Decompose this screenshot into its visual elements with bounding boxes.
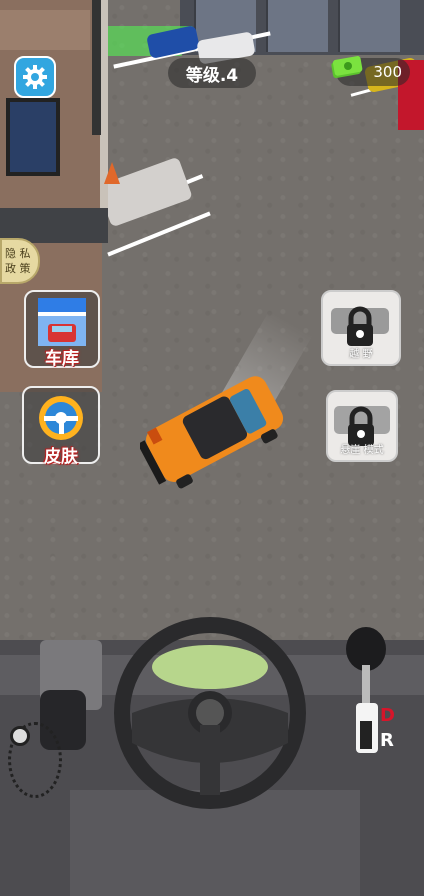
skin-label: 皮肤 — [44, 447, 78, 467]
privacy-line2: 政 策 — [5, 262, 31, 275]
offroad-label: 越 野 — [349, 349, 373, 360]
storefront-icon — [38, 298, 86, 346]
cliff-mode-button[interactable]: 悬崖 模式 — [326, 390, 398, 462]
cliff-mode-label: 悬崖 模式 — [340, 445, 384, 456]
settings-button[interactable] — [14, 56, 56, 98]
gear-icon — [23, 65, 47, 89]
privacy-policy-button[interactable]: 隐 私 政 策 — [0, 238, 40, 284]
cord-connector — [10, 726, 30, 746]
garage-door — [338, 0, 400, 52]
building-window — [6, 98, 60, 176]
building-roof — [0, 10, 90, 50]
privacy-line1: 隐 私 — [5, 247, 31, 260]
building-edge — [100, 0, 108, 240]
steering-wheel-icon — [39, 396, 83, 440]
offroad-mode-button[interactable]: 越 野 — [321, 290, 401, 366]
level-indicator: 等级.4 — [168, 58, 256, 88]
skin-button[interactable]: 皮肤 — [22, 386, 100, 467]
traffic-cone — [104, 162, 120, 184]
steering-wheel[interactable] — [112, 615, 308, 811]
player-car — [140, 376, 284, 489]
garage-label: 车库 — [45, 349, 79, 369]
money-value: 300 — [373, 63, 402, 81]
gear-drive-label[interactable]: D — [380, 705, 395, 726]
garage-button[interactable]: 车库 — [24, 290, 100, 369]
street-lamp-pole — [92, 0, 101, 135]
garage-door — [266, 0, 328, 52]
level-label: 等级.4 — [185, 65, 239, 86]
cash-icon — [331, 56, 363, 79]
gear-reverse-label[interactable]: R — [380, 730, 394, 751]
